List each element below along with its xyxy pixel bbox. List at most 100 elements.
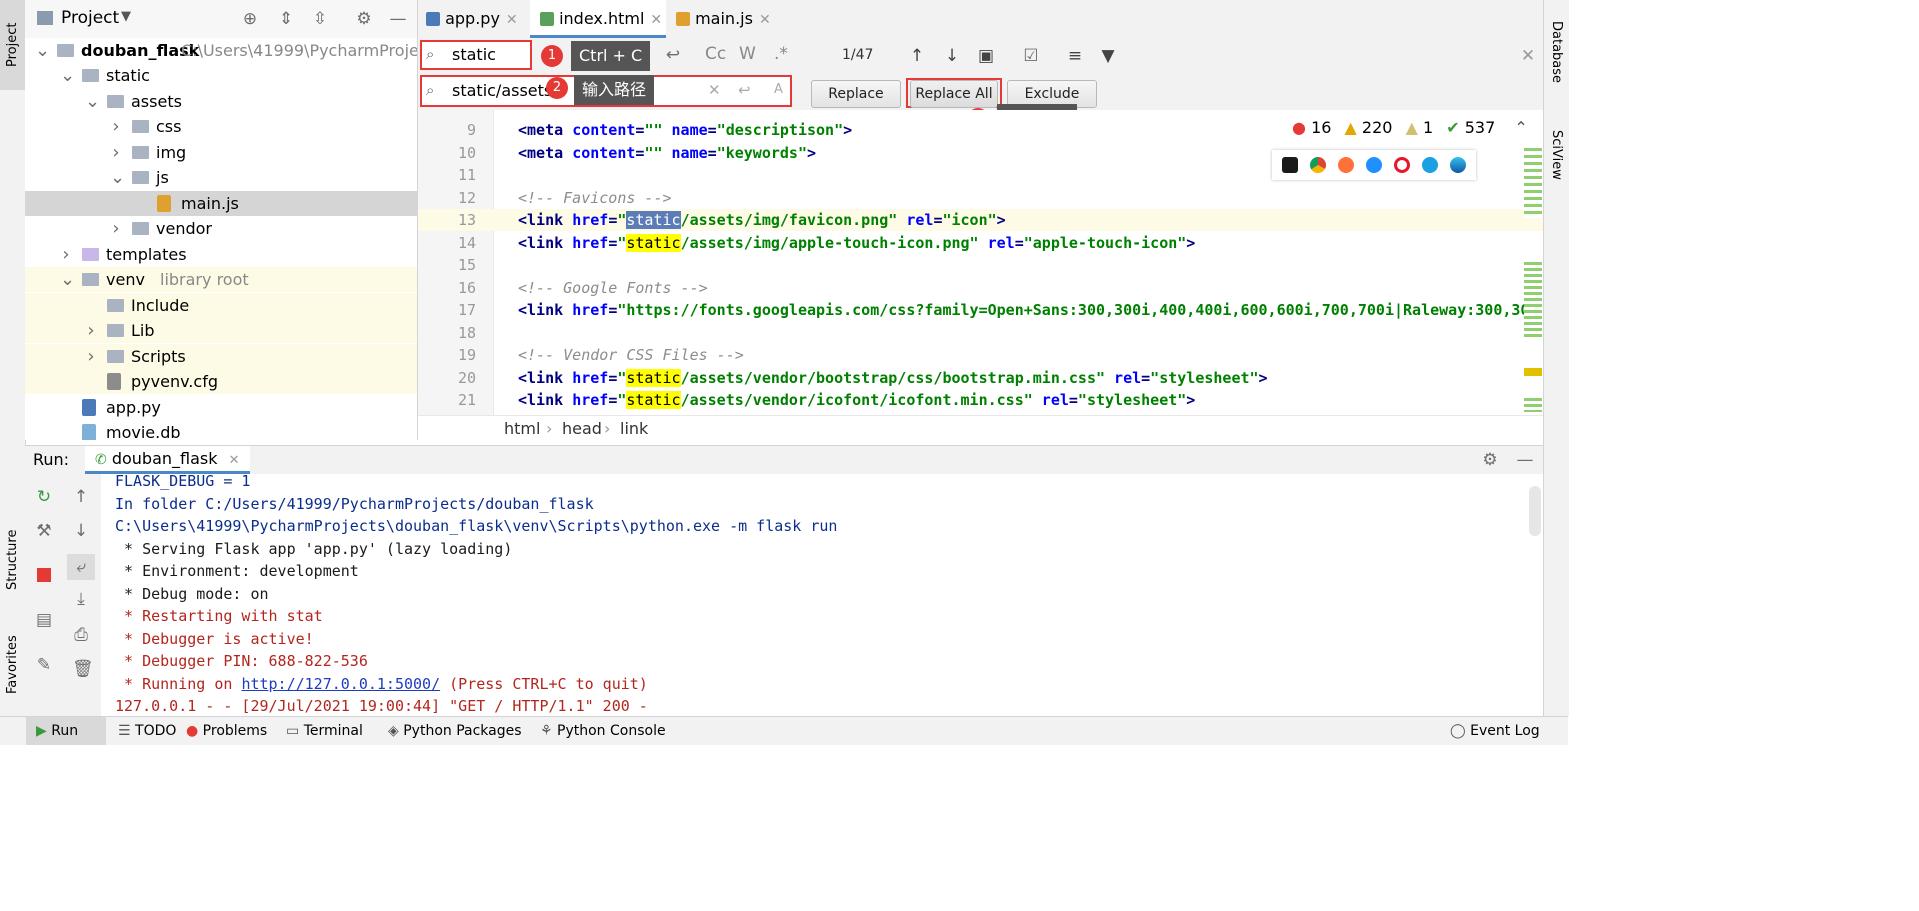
replace-all-button[interactable]: Replace All	[910, 80, 998, 108]
layout-icon[interactable]: ▤	[35, 611, 53, 629]
tree-item[interactable]: ⌄ static	[25, 63, 417, 88]
close-icon[interactable]: ✕	[1519, 47, 1537, 65]
tree-item[interactable]: › img	[25, 140, 417, 165]
status-python-console-tab[interactable]: ⚘ Python Console	[540, 717, 666, 745]
preserve-case-icon[interactable]: A	[774, 82, 783, 97]
tab-main-js[interactable]: main.js ✕	[676, 0, 771, 38]
clear-icon[interactable]: ✕	[708, 81, 721, 99]
status-python-packages-tab[interactable]: ◈ Python Packages	[388, 717, 522, 745]
replace-button[interactable]: Replace	[811, 80, 901, 108]
chevron-right-icon[interactable]: ›	[110, 114, 122, 139]
tree-item[interactable]: › Lib	[25, 318, 417, 343]
tree-item[interactable]: ⌄ js	[25, 165, 417, 190]
tree-item[interactable]: ⌄ douban_flask C:\Users\41999\PycharmProje	[25, 38, 417, 63]
arrow-up-icon[interactable]: ↑	[72, 488, 90, 506]
filter-icon[interactable]: ▼	[1099, 47, 1117, 65]
stop-icon[interactable]	[37, 568, 51, 582]
breadcrumb-item[interactable]: head	[562, 416, 602, 442]
close-icon[interactable]: ✕	[650, 12, 662, 28]
new-line-icon[interactable]: ↩	[738, 81, 751, 99]
structure-tool-tab[interactable]: Structure	[0, 515, 25, 605]
collapse-all-icon[interactable]: ⇳	[311, 10, 329, 28]
whole-words-toggle[interactable]: W	[739, 44, 756, 64]
search-input-box[interactable]: ⌕ static	[420, 40, 532, 70]
breadcrumb-item[interactable]: link	[620, 416, 648, 442]
status-run-tab[interactable]: ▶ Run	[26, 717, 106, 745]
tree-item[interactable]: movie.db	[25, 420, 417, 440]
opera-icon[interactable]	[1394, 157, 1410, 173]
previous-highlight-icon[interactable]: ⌃	[1514, 118, 1527, 137]
wrench-icon[interactable]: ⚒	[35, 522, 53, 540]
chevron-right-icon[interactable]: ›	[85, 344, 97, 369]
project-panel-title[interactable]: Project	[61, 8, 119, 28]
tree-item[interactable]: app.py	[25, 395, 417, 420]
tree-item[interactable]: › templates	[25, 242, 417, 267]
rerun-icon[interactable]: ↻	[35, 488, 53, 506]
in-selection-icon[interactable]: ☑	[1022, 47, 1040, 65]
pycharm-icon[interactable]	[1282, 157, 1298, 173]
replace-input[interactable]: static/assets	[452, 81, 552, 100]
tree-item[interactable]: pyvenv.cfg	[25, 369, 417, 394]
tree-item[interactable]: main.js	[25, 191, 417, 216]
chevron-down-icon[interactable]: ⌄	[60, 63, 75, 88]
chevron-down-icon[interactable]: ⌄	[110, 165, 125, 190]
regex-toggle[interactable]: .*	[774, 44, 788, 64]
edge-icon[interactable]	[1450, 157, 1466, 173]
select-all-occurrences-icon[interactable]: ▣	[977, 47, 995, 65]
internet-explorer-icon[interactable]	[1422, 157, 1438, 173]
scrollbar[interactable]	[1529, 486, 1541, 536]
pin-icon[interactable]: ✎	[35, 656, 53, 674]
tree-item[interactable]: ⌄ venv library root	[25, 267, 417, 292]
minimize-icon[interactable]: —	[1516, 451, 1534, 469]
chevron-down-icon[interactable]: ⌄	[85, 89, 100, 114]
status-terminal-tab[interactable]: ▭ Terminal	[286, 717, 363, 745]
run-tab[interactable]: ✆ douban_flask ✕	[85, 446, 250, 474]
chevron-down-icon[interactable]: ▼	[121, 9, 131, 24]
code-editor[interactable]: 9 <meta content="" name="descriptison"> 10…	[418, 110, 1543, 415]
gear-icon[interactable]: ⚙	[1481, 451, 1499, 469]
chrome-icon[interactable]	[1310, 157, 1326, 173]
project-tool-tab[interactable]: Project	[0, 0, 25, 90]
status-problems-tab[interactable]: ● Problems	[186, 717, 267, 745]
new-line-icon[interactable]: ↩	[664, 46, 682, 64]
tree-item[interactable]: Include	[25, 293, 417, 318]
console-url-link[interactable]: http://127.0.0.1:5000/	[241, 675, 440, 693]
safari-icon[interactable]	[1366, 157, 1382, 173]
gear-icon[interactable]: ⚙	[355, 10, 373, 28]
search-input[interactable]: static	[452, 45, 496, 64]
chevron-right-icon[interactable]: ›	[85, 318, 97, 343]
previous-match-icon[interactable]: ↑	[908, 47, 926, 65]
soft-wrap-icon[interactable]: ⤶	[67, 554, 95, 580]
breadcrumb-item[interactable]: html	[504, 416, 540, 442]
close-icon[interactable]: ✕	[506, 12, 518, 28]
arrow-down-icon[interactable]: ↓	[72, 522, 90, 540]
tab-app-py[interactable]: app.py ✕	[426, 0, 518, 38]
run-console[interactable]: FLASK_DEBUG = 1 In folder C:/Users/41999/…	[101, 474, 1543, 716]
close-icon[interactable]: ✕	[229, 453, 240, 468]
tree-item[interactable]: › Scripts	[25, 344, 417, 369]
tree-item[interactable]: › css	[25, 114, 417, 139]
chevron-right-icon[interactable]: ›	[110, 140, 122, 165]
chevron-down-icon[interactable]: ⌄	[35, 38, 50, 63]
locate-icon[interactable]: ⊕	[241, 10, 259, 28]
inspection-widget[interactable]: ● 16 ▲ 220 ▲ 1 ✔ 537 ⌃ ⌄	[1292, 118, 1543, 137]
tree-item[interactable]: › vendor	[25, 216, 417, 241]
minimize-icon[interactable]: —	[389, 10, 407, 28]
match-case-toggle[interactable]: Cc	[705, 44, 726, 64]
sciview-tool-tab[interactable]: SciView	[1544, 115, 1569, 195]
chevron-down-icon[interactable]: ⌄	[60, 267, 75, 292]
status-todo-tab[interactable]: ☰ TODO	[118, 717, 176, 745]
scroll-to-end-icon[interactable]: ⤓	[72, 590, 90, 608]
trash-icon[interactable]: 🗑	[72, 660, 94, 678]
chevron-right-icon[interactable]: ›	[60, 242, 72, 267]
event-log-button[interactable]: ◯ Event Log	[1450, 717, 1540, 745]
expand-all-icon[interactable]: ⇕	[277, 10, 295, 28]
next-match-icon[interactable]: ↓	[943, 47, 961, 65]
close-icon[interactable]: ✕	[759, 12, 771, 28]
favorites-tool-tab[interactable]: Favorites	[0, 620, 25, 710]
print-icon[interactable]: ⎙	[72, 626, 90, 644]
firefox-icon[interactable]	[1338, 157, 1354, 173]
chevron-right-icon[interactable]: ›	[110, 216, 122, 241]
multiline-icon[interactable]: ≡	[1066, 47, 1084, 65]
database-tool-tab[interactable]: Database	[1544, 0, 1569, 105]
